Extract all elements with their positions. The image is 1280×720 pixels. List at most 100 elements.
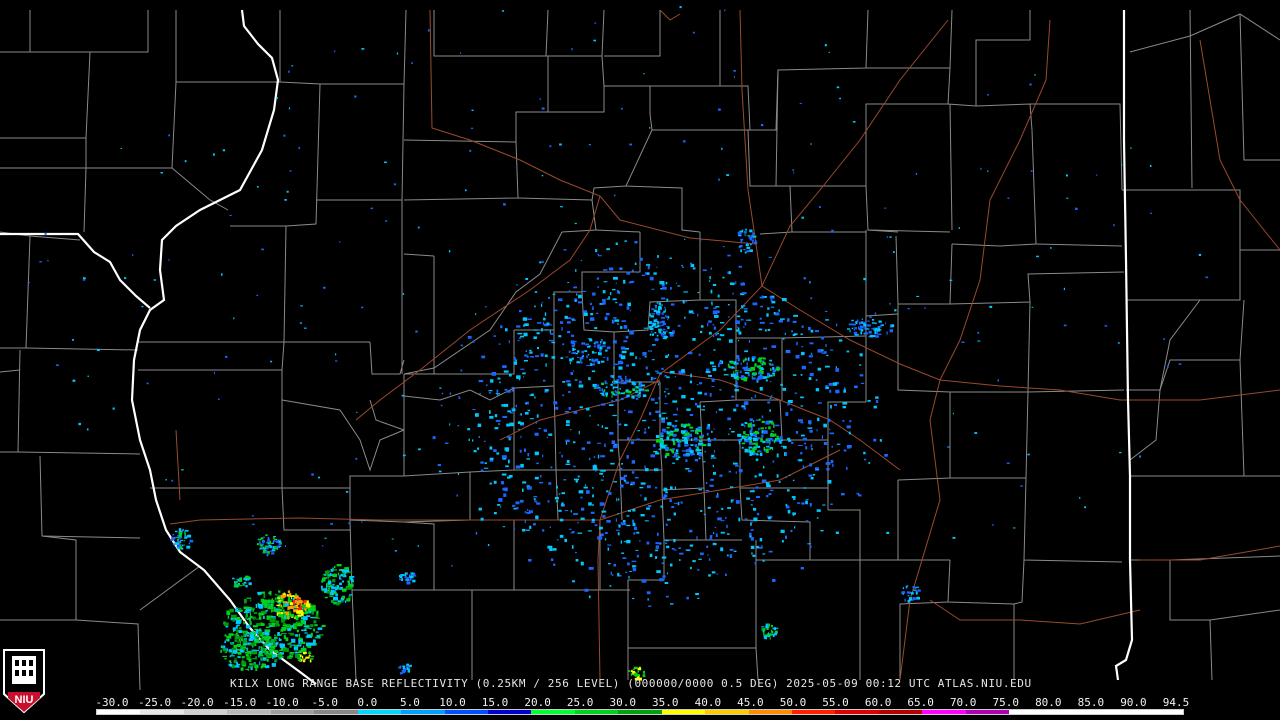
radar-echo: [82, 279, 86, 281]
radar-echo: [261, 248, 264, 251]
radar-echo: [272, 642, 276, 646]
radar-echo: [661, 367, 664, 370]
scale-label: 5.0: [399, 696, 420, 709]
radar-echo: [331, 586, 336, 589]
radar-echo: [513, 507, 517, 510]
radar-echo: [846, 425, 851, 429]
radar-echo: [597, 442, 602, 444]
radar-echo: [576, 293, 578, 296]
radar-echo: [565, 424, 570, 426]
radar-echo: [499, 381, 501, 384]
radar-echo: [751, 552, 753, 555]
radar-echo: [243, 611, 250, 614]
radar-echo: [604, 427, 609, 429]
radar-echo: [604, 538, 607, 541]
radar-echo: [664, 391, 666, 393]
radar-echo: [604, 316, 608, 321]
radar-echo: [743, 402, 747, 404]
radar-echo: [771, 345, 777, 348]
radar-echo: [612, 340, 617, 344]
radar-echo: [639, 382, 642, 385]
radar-echo: [229, 656, 232, 658]
radar-echo: [494, 414, 498, 418]
radar-echo: [678, 441, 681, 444]
radar-echo: [752, 302, 758, 306]
radar-echo: [575, 478, 578, 483]
radar-echo: [710, 478, 714, 481]
radar-echo: [569, 358, 573, 362]
scale-label: 10.0: [439, 696, 466, 709]
radar-echo: [581, 350, 584, 354]
radar-echo: [711, 386, 715, 388]
radar-echo: [650, 454, 655, 458]
radar-echo: [655, 542, 661, 544]
scale-swatch: [792, 710, 836, 714]
radar-echo: [264, 657, 267, 659]
radar-echo: [534, 396, 536, 399]
radar-echo: [188, 542, 191, 545]
radar-echo: [961, 341, 965, 343]
radar-echo: [751, 240, 754, 242]
radar-echo: [604, 443, 606, 448]
radar-echo: [47, 259, 49, 262]
radar-echo: [287, 611, 289, 614]
radar-echo: [279, 643, 283, 647]
radar-echo: [728, 339, 733, 343]
radar-echo: [621, 463, 623, 465]
radar-echo: [821, 435, 823, 439]
radar-echo: [578, 430, 580, 435]
radar-echo: [578, 294, 582, 299]
radar-echo: [592, 306, 594, 310]
radar-echo: [553, 563, 556, 566]
radar-echo: [785, 504, 788, 507]
radar-echo: [609, 449, 614, 452]
radar-echo: [598, 389, 602, 391]
radar-echo: [634, 673, 637, 675]
radar-echo: [759, 450, 761, 452]
radar-echo: [547, 545, 553, 549]
radar-echo: [493, 449, 497, 452]
radar-echo: [346, 598, 351, 602]
radar-echo: [235, 625, 238, 629]
radar-echo: [228, 633, 234, 636]
radar-echo: [601, 510, 607, 513]
scale-label: 80.0: [1035, 696, 1062, 709]
radar-echo: [697, 391, 703, 395]
radar-echo: [817, 417, 820, 422]
radar-echo: [842, 420, 845, 422]
radar-echo: [1139, 455, 1141, 458]
scale-swatch: [531, 710, 575, 714]
radar-echo: [736, 372, 738, 376]
radar-echo: [824, 44, 827, 47]
radar-echo: [595, 312, 599, 314]
radar-echo: [859, 374, 864, 377]
radar-echo: [643, 73, 645, 75]
radar-echo: [590, 317, 595, 321]
radar-echo: [289, 606, 294, 609]
radar-echo: [511, 407, 514, 410]
radar-echo: [553, 309, 558, 312]
radar-echo: [759, 373, 763, 375]
radar-echo: [713, 428, 715, 430]
radar-echo: [605, 532, 608, 534]
radar-echo: [763, 430, 768, 434]
radar-echo: [563, 249, 567, 251]
radar-echo: [815, 330, 819, 333]
radar-echo: [654, 338, 659, 341]
radar-echo: [245, 585, 248, 588]
radar-echo: [630, 484, 633, 486]
radar-echo: [690, 262, 692, 265]
radar-echo: [610, 462, 615, 465]
radar-echo: [289, 646, 292, 648]
radar-echo: [460, 344, 463, 347]
radar-echo: [432, 436, 436, 440]
radar-echo: [517, 332, 523, 335]
radar-echo: [744, 251, 747, 254]
radar-echo: [586, 490, 590, 494]
radar-echo: [776, 453, 779, 458]
radar-echo: [245, 654, 249, 657]
radar-echo: [701, 444, 707, 447]
radar-echo: [768, 256, 772, 258]
radar-echo: [278, 590, 281, 593]
radar-echo: [801, 434, 805, 437]
